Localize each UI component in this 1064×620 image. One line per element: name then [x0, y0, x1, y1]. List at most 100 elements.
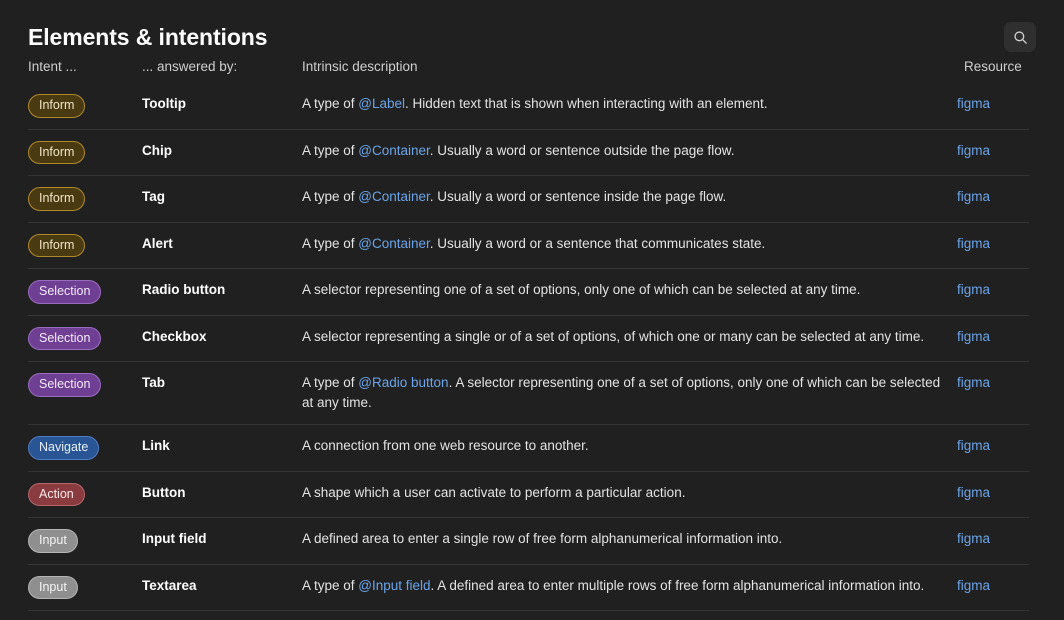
cell-description: A defined area to enter a single row of …: [302, 529, 957, 549]
resource-link-figma[interactable]: figma: [957, 485, 990, 500]
resource-link-figma[interactable]: figma: [957, 143, 990, 158]
cell-resource: figma: [957, 94, 1029, 113]
description-reference-link[interactable]: @Label: [358, 96, 405, 111]
resource-link-figma[interactable]: figma: [957, 282, 990, 297]
cell-intent: Navigate: [28, 436, 142, 460]
resource-link-figma[interactable]: figma: [957, 189, 990, 204]
cell-element-name: Tab: [142, 375, 165, 390]
description-text: A connection from one web resource to an…: [302, 438, 589, 453]
cell-element-name: Textarea: [142, 577, 197, 593]
resource-link-figma[interactable]: figma: [957, 531, 990, 546]
cell-intent: Selection: [28, 373, 142, 397]
resource-link-figma[interactable]: figma: [957, 438, 990, 453]
table-row: Action Button A shape which a user can act…: [28, 470, 1029, 518]
intent-badge[interactable]: Selection: [28, 326, 102, 350]
table-row: Input Input field A defined area to enter …: [28, 517, 1029, 564]
table-row: Inform Tag A type of @Container. Usually a…: [28, 175, 1029, 222]
cell-intent: Inform: [28, 94, 142, 118]
table-body: Inform Tooltip A type of @Label. Hidden te…: [28, 82, 1029, 620]
cell-description: A type of @Label. Hidden text that is sh…: [302, 94, 957, 114]
search-button[interactable]: [1004, 22, 1036, 52]
resource-link-figma[interactable]: figma: [957, 329, 990, 344]
cell-intent: Inform: [28, 187, 142, 211]
cell-intent: Inform: [28, 233, 142, 257]
cell-description: A type of @Container. Usually a word or …: [302, 141, 957, 161]
cell-description: A type of @Input field. A defined area t…: [302, 576, 957, 596]
table-row: Input Textarea A type of @Input field. A d…: [28, 563, 1029, 611]
resource-link-figma[interactable]: figma: [957, 96, 990, 111]
description-text: . A defined area to enter multiple rows …: [430, 577, 925, 593]
description-text: A selector representing a single or of a…: [302, 328, 925, 344]
description-text: A type of: [302, 189, 359, 204]
intent-badge[interactable]: Selection: [28, 373, 102, 397]
cell-element-name: Button: [142, 484, 186, 500]
description-text: A defined area to enter a single row of …: [302, 531, 783, 546]
column-header-answered-by: ... answered by:: [142, 59, 238, 74]
intent-badge[interactable]: Input: [28, 529, 78, 553]
description-reference-link[interactable]: @Container: [358, 143, 430, 158]
table-row: Selection Radio button A selector represen…: [28, 268, 1029, 315]
cell-resource: figma: [957, 436, 1029, 455]
description-reference-link[interactable]: @Input field: [358, 578, 430, 593]
cell-element-name: Input field: [142, 531, 207, 546]
cell-description: A selector representing one of a set of …: [302, 280, 957, 300]
description-reference-link[interactable]: @Container: [358, 189, 430, 204]
description-text: . Usually a word or sentence inside the …: [429, 189, 727, 204]
intent-badge[interactable]: Inform: [28, 94, 86, 118]
table-row: Selection Checkbox A selector representing…: [28, 314, 1029, 362]
cell-resource: figma: [957, 280, 1029, 299]
description-text: A type of: [302, 375, 359, 390]
intent-badge[interactable]: Inform: [28, 187, 86, 211]
resource-link-figma[interactable]: figma: [957, 578, 990, 593]
description-text: A selector representing one of a set of …: [302, 282, 861, 297]
description-text: A shape which a user can activate to per…: [302, 484, 686, 500]
cell-element-name: Radio button: [142, 282, 226, 297]
elements-intentions-page: Inform Tooltip A type of @Label. Hidden te…: [0, 0, 1064, 620]
cell-element-name: Tooltip: [142, 96, 186, 111]
table-row: Inform Alert A type of @Container. Usually…: [28, 221, 1029, 269]
description-reference-link[interactable]: @Radio button: [358, 375, 448, 390]
table-row: Navigate Link A connection from one web re…: [28, 424, 1029, 471]
intent-badge[interactable]: Action: [28, 482, 85, 506]
cell-intent: Selection: [28, 280, 142, 304]
title-row: Elements & intentions: [28, 18, 1036, 56]
cell-element-name: Chip: [142, 142, 172, 158]
cell-resource: figma: [957, 483, 1029, 502]
cell-description: A shape which a user can activate to per…: [302, 483, 957, 503]
column-header-intent: Intent ...: [28, 59, 77, 74]
cell-element-name: Tag: [142, 189, 165, 204]
cell-element-name: Link: [142, 438, 170, 453]
page-title: Elements & intentions: [28, 23, 268, 50]
cell-intent: Action: [28, 482, 142, 506]
column-header-resource: Resource: [964, 59, 1022, 74]
description-text: A type of: [302, 142, 359, 158]
cell-description: A connection from one web resource to an…: [302, 436, 957, 456]
cell-description: A type of @Container. Usually a word or …: [302, 234, 957, 254]
description-text: . Hidden text that is shown when interac…: [405, 96, 768, 111]
cell-element-name: Alert: [142, 235, 173, 251]
cell-description: A type of @Radio button. A selector repr…: [302, 373, 957, 413]
cell-intent: Inform: [28, 140, 142, 164]
description-reference-link[interactable]: @Container: [358, 236, 430, 251]
resource-link-figma[interactable]: figma: [957, 236, 990, 251]
description-text: . Usually a word or a sentence that comm…: [429, 235, 766, 251]
cell-resource: figma: [957, 576, 1029, 595]
cell-resource: figma: [957, 141, 1029, 160]
intent-badge[interactable]: Inform: [28, 233, 86, 257]
column-header-row: Intent ... ... answered by: Intrinsic de…: [28, 60, 1036, 88]
column-header-description: Intrinsic description: [302, 59, 418, 74]
cell-resource: figma: [957, 529, 1029, 548]
table-scroll-area[interactable]: Inform Tooltip A type of @Label. Hidden te…: [0, 0, 1064, 620]
cell-resource: figma: [957, 327, 1029, 346]
cell-resource: figma: [957, 373, 1029, 392]
description-text: A type of: [302, 577, 359, 593]
search-icon: [1013, 30, 1028, 45]
table-row: Selection Tab A type of @Radio button. A s…: [28, 361, 1029, 424]
intent-badge[interactable]: Navigate: [28, 436, 100, 460]
cell-resource: figma: [957, 234, 1029, 253]
resource-link-figma[interactable]: figma: [957, 375, 990, 390]
intent-badge[interactable]: Selection: [28, 280, 102, 304]
intent-badge[interactable]: Input: [28, 575, 78, 599]
intent-badge[interactable]: Inform: [28, 140, 86, 164]
cell-description: A type of @Container. Usually a word or …: [302, 187, 957, 207]
